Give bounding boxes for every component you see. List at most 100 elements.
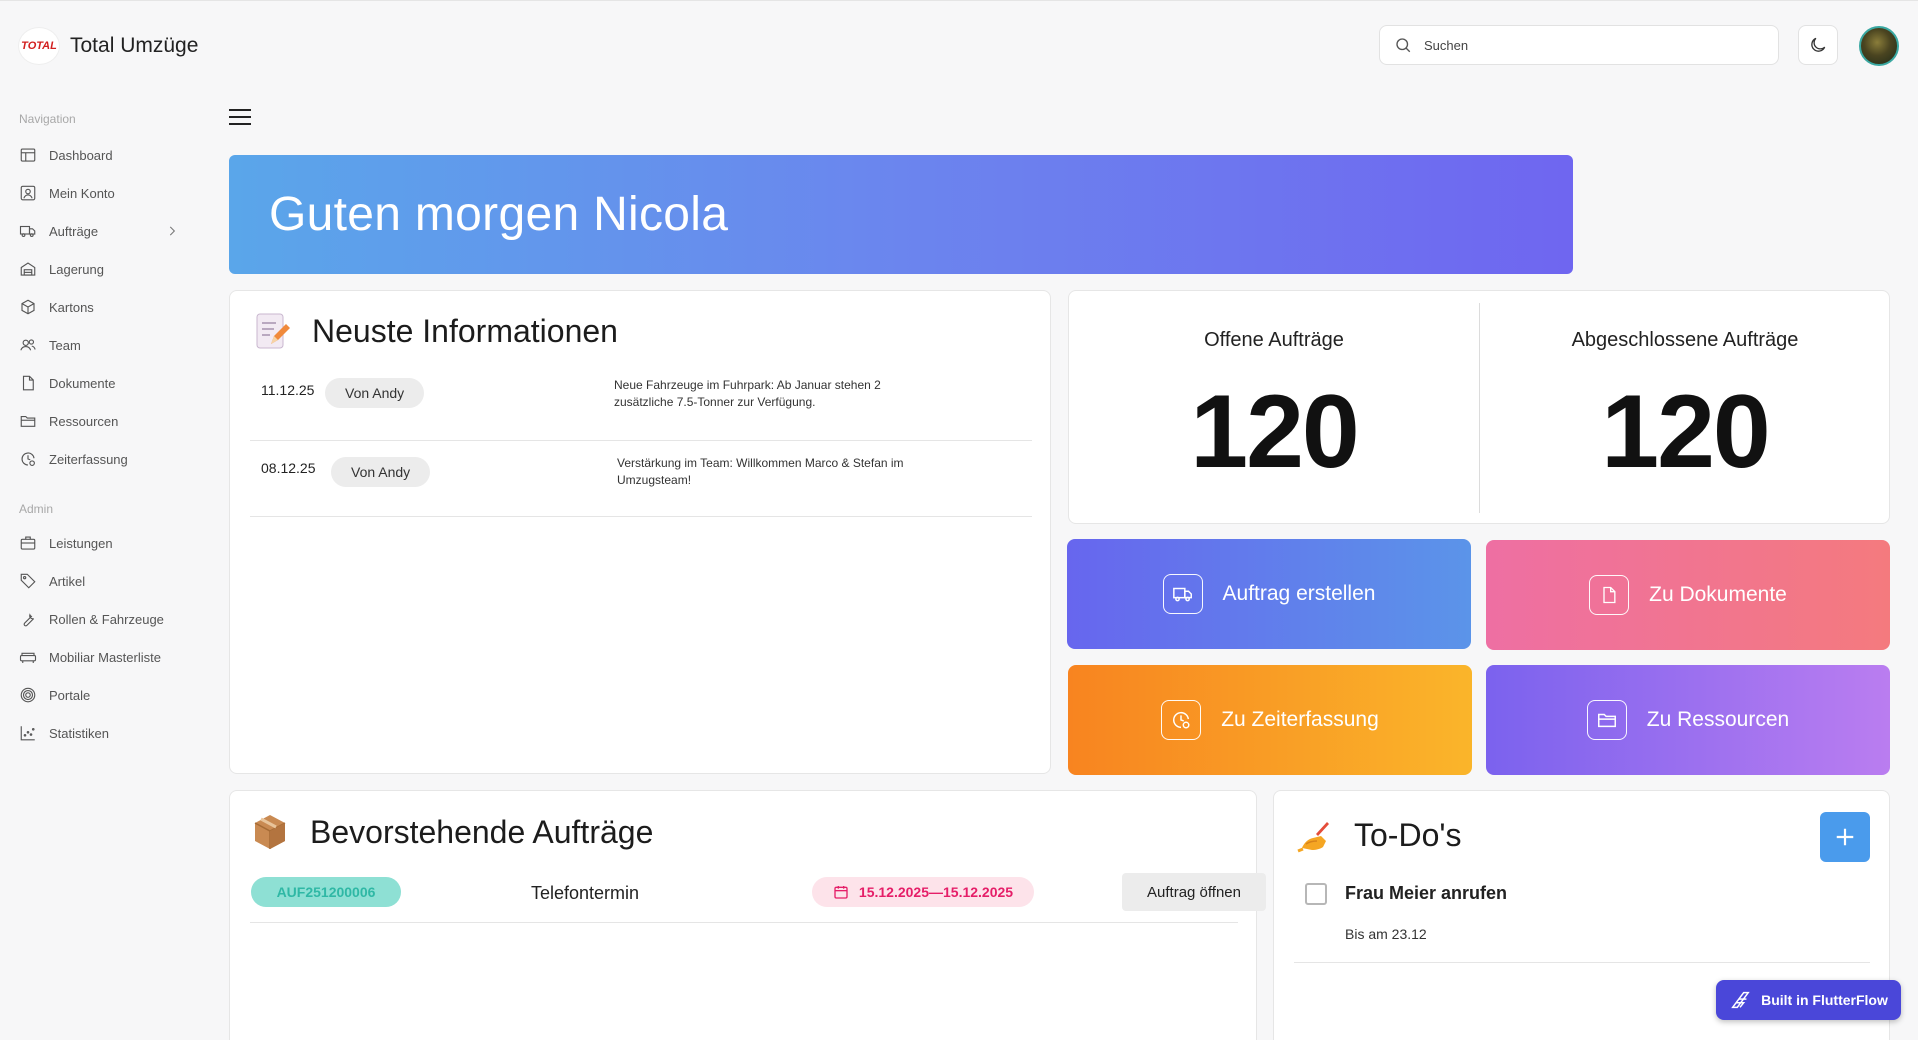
plus-icon [1836, 828, 1854, 846]
resources-button[interactable]: Zu Ressourcen [1486, 665, 1890, 775]
sidebar-item-orders[interactable]: Aufträge [19, 220, 179, 242]
sidebar-item-label: Dashboard [49, 147, 113, 163]
target-icon [20, 687, 36, 703]
nav-section-label: Navigation [19, 112, 76, 126]
team-icon [20, 339, 36, 351]
stats-card: Offene Aufträge 120 Abgeschlossene Auftr… [1068, 290, 1890, 524]
sidebar-item-time-tracking[interactable]: Zeiterfassung [19, 448, 179, 470]
time-tracking-label: Zu Zeiterfassung [1221, 708, 1379, 731]
clock-icon [21, 452, 35, 466]
create-order-label: Auftrag erstellen [1222, 582, 1376, 605]
sidebar-item-label: Lagerung [49, 261, 104, 277]
sidebar-item-furniture-list[interactable]: Mobiliar Masterliste [19, 646, 179, 668]
time-tracking-button[interactable]: Zu Zeiterfassung [1068, 665, 1472, 775]
create-order-button[interactable]: Auftrag erstellen [1067, 539, 1471, 649]
top-bar: TOTAL Total Umzüge [0, 0, 1918, 88]
news-text: Neue Fahrzeuge im Fuhrpark: Ab Januar st… [614, 378, 881, 410]
open-order-button[interactable]: Auftrag öffnen [1122, 873, 1266, 911]
open-orders-value: 120 [1190, 374, 1360, 490]
flutterflow-logo-icon [1731, 991, 1750, 1009]
todo-checkbox[interactable] [1305, 883, 1327, 905]
company-logo: TOTAL [18, 27, 60, 65]
list-item: 11.12.25 Von Andy Neue Fahrzeuge im Fuhr… [250, 365, 1032, 441]
sidebar-item-label: Mein Konto [49, 185, 115, 201]
add-todo-button[interactable] [1820, 812, 1870, 862]
theme-toggle-button[interactable] [1798, 25, 1838, 65]
sidebar-item-label: Aufträge [49, 223, 99, 239]
closed-orders-stat: Abgeschlossene Aufträge 120 [1480, 291, 1890, 525]
clock-icon [1161, 700, 1202, 740]
todo-title: To-Do's [1354, 817, 1462, 853]
upcoming-orders-card: Bevorstehende Aufträge AUF251200006 Tele… [229, 790, 1266, 1040]
truck-icon [1162, 574, 1203, 614]
folder-icon [20, 415, 36, 427]
admin-section-label: Admin [19, 502, 54, 516]
documents-button[interactable]: Zu Dokumente [1486, 540, 1890, 650]
sidebar-item-label: Team [49, 337, 81, 353]
news-header: Neuste Informationen [254, 311, 618, 351]
search-icon [1396, 38, 1411, 53]
search-input[interactable] [1424, 37, 1744, 53]
sidebar-item-storage[interactable]: Lagerung [19, 258, 179, 280]
sidebar-item-label: Portale [49, 687, 91, 703]
chart-icon [20, 726, 35, 741]
search-box[interactable] [1379, 25, 1779, 65]
truck-icon [19, 225, 36, 238]
app-name: Total Umzüge [70, 34, 199, 57]
sidebar-item-account[interactable]: Mein Konto [19, 182, 179, 204]
sidebar-item-portals[interactable]: Portale [19, 684, 179, 706]
sidebar-item-label: Zeiterfassung [49, 451, 128, 467]
account-icon [20, 185, 36, 201]
sidebar-item-articles[interactable]: Artikel [19, 570, 179, 592]
list-item: Frau Meier anrufen Bis am 23.12 [1294, 883, 1870, 963]
sidebar-item-services[interactable]: Leistungen [19, 532, 179, 554]
order-type: Telefontermin [531, 883, 640, 903]
sidebar-item-label: Mobiliar Masterliste [49, 649, 161, 665]
todo-header: To-Do's [1296, 817, 1461, 854]
flutterflow-badge[interactable]: Built in FlutterFlow [1716, 980, 1901, 1020]
list-item: 08.12.25 Von Andy Verstärkung im Team: W… [250, 441, 1032, 517]
warehouse-icon [20, 262, 36, 276]
menu-toggle-icon[interactable] [229, 108, 251, 126]
open-orders-stat: Offene Aufträge 120 [1069, 291, 1479, 525]
user-avatar[interactable] [1859, 26, 1899, 66]
sidebar-item-label: Ressourcen [49, 413, 119, 429]
moon-icon [1811, 37, 1826, 52]
memo-icon [256, 313, 290, 349]
writing-hand-icon [1297, 821, 1329, 852]
orders-title: Bevorstehende Aufträge [310, 813, 654, 850]
closed-orders-value: 120 [1601, 374, 1771, 490]
author-pill: Von Andy [325, 378, 425, 408]
table-row: AUF251200006 Telefontermin 15.12.2025—15… [250, 873, 1266, 923]
sidebar-item-resources[interactable]: Ressourcen [19, 410, 179, 432]
sidebar-item-team[interactable]: Team [19, 334, 179, 356]
calendar-icon [834, 886, 848, 899]
sidebar-item-statistics[interactable]: Statistiken [19, 722, 179, 744]
news-date: 11.12.25 [261, 382, 315, 398]
todo-item-title: Frau Meier anrufen [1345, 883, 1508, 903]
orders-header: Bevorstehende Aufträge [252, 813, 653, 851]
news-text: Verstärkung im Team: Willkommen Marco & … [617, 456, 904, 488]
greeting-text: Guten morgen Nicola [269, 188, 729, 241]
tag-icon [20, 573, 36, 589]
order-date-range: 15.12.2025—15.12.2025 [858, 884, 1014, 900]
author-pill: Von Andy [331, 457, 431, 487]
sidebar-item-roles-vehicles[interactable]: Rollen & Fahrzeuge [19, 608, 179, 630]
order-id-badge: AUF251200006 [251, 877, 401, 907]
sidebar-item-dashboard[interactable]: Dashboard [19, 144, 179, 166]
box-icon [21, 299, 35, 315]
sidebar-item-documents[interactable]: Dokumente [19, 372, 179, 394]
news-date: 08.12.25 [261, 460, 316, 476]
folder-icon [1586, 700, 1627, 740]
package-icon [254, 815, 286, 849]
todo-item-due: Bis am 23.12 [1345, 926, 1427, 942]
closed-orders-label: Abgeschlossene Aufträge [1571, 329, 1799, 351]
news-title: Neuste Informationen [312, 312, 618, 349]
chevron-right-icon[interactable] [165, 224, 179, 238]
open-orders-label: Offene Aufträge [1204, 329, 1344, 351]
document-icon [1589, 575, 1630, 615]
sofa-icon [19, 652, 37, 663]
brand[interactable]: TOTAL Total Umzüge [18, 27, 198, 65]
order-date-badge: 15.12.2025—15.12.2025 [812, 877, 1034, 907]
sidebar-item-boxes[interactable]: Kartons [19, 296, 179, 318]
